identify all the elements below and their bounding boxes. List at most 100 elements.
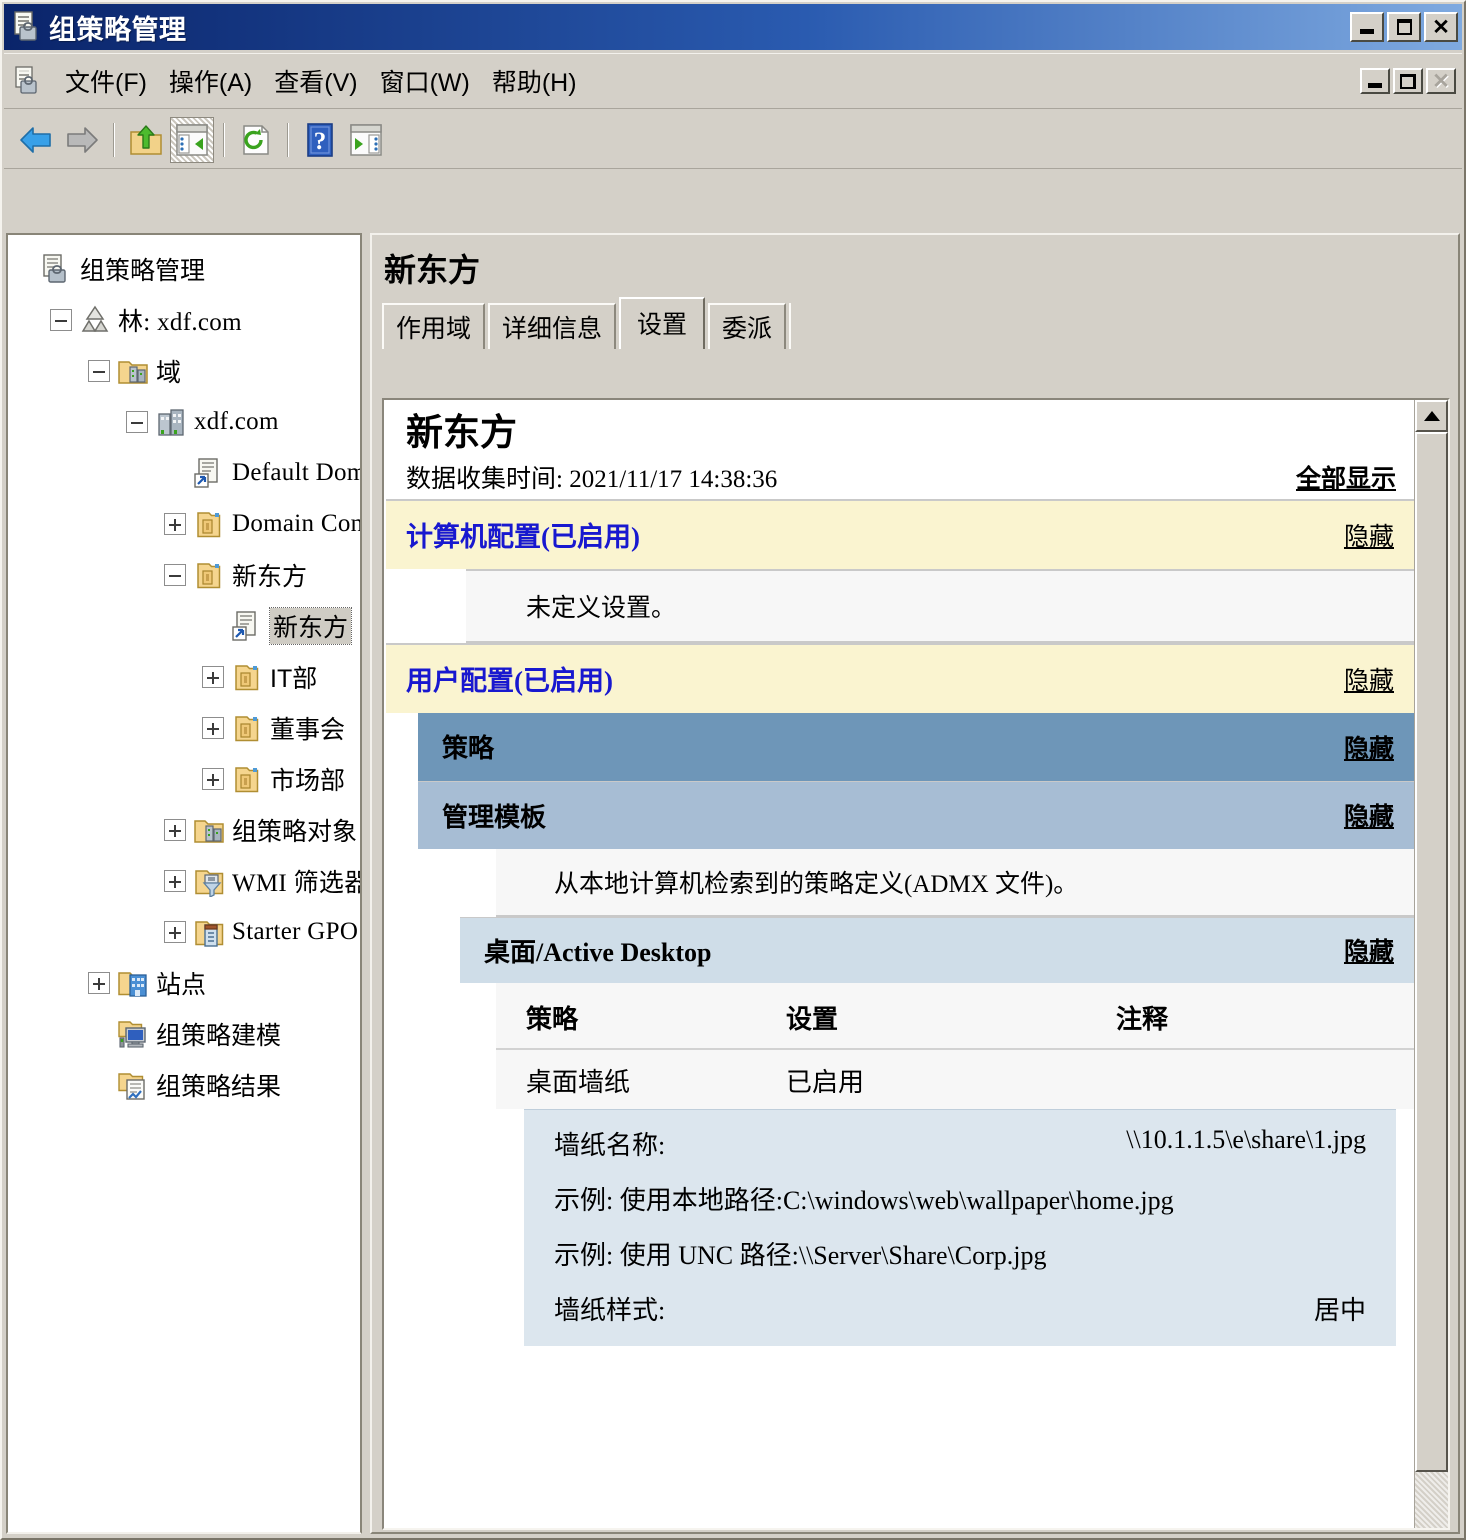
scroll-up-button[interactable] <box>1415 400 1448 432</box>
tree-node-12[interactable]: WMI 筛选器 <box>12 855 360 906</box>
group-desktop-active-desktop[interactable]: 桌面/Active Desktop 隐藏 <box>460 916 1414 983</box>
forest-icon <box>79 304 111 336</box>
tree-node-6[interactable]: 新东方 <box>12 549 360 600</box>
hide-link-administrative-templates[interactable]: 隐藏 <box>1344 797 1394 833</box>
back-icon[interactable] <box>14 117 58 163</box>
subsection-policies[interactable]: 策略 隐藏 <box>418 712 1414 781</box>
group-title-desktop-active-desktop: 桌面/Active Desktop <box>484 937 712 967</box>
show-hide-action-pane-icon[interactable] <box>344 117 388 163</box>
tab-strip-filler <box>789 303 1458 349</box>
tree-node-3[interactable]: xdf.com <box>12 396 360 447</box>
cell-comment <box>1116 1062 1414 1099</box>
hide-link-computer-configuration[interactable]: 隐藏 <box>1344 517 1394 553</box>
menu-file[interactable]: 文件(F) <box>54 60 158 102</box>
expand-icon[interactable] <box>202 716 224 739</box>
up-folder-icon[interactable] <box>124 117 168 163</box>
child-minimize-button[interactable] <box>1360 68 1390 94</box>
child-close-button[interactable]: ✕ <box>1426 68 1456 94</box>
hide-link-user-configuration[interactable]: 隐藏 <box>1344 661 1394 697</box>
admx-note: 从本地计算机检索到的策略定义(ADMX 文件)。 <box>496 848 1414 917</box>
close-button[interactable]: ✕ <box>1424 12 1458 42</box>
tree-node-label: xdf.com <box>194 407 279 435</box>
gpo-link-icon <box>231 610 263 642</box>
tree-node-9[interactable]: 董事会 <box>12 702 360 753</box>
hide-link-desktop-active-desktop[interactable]: 隐藏 <box>1344 932 1394 968</box>
expand-icon[interactable] <box>88 971 110 994</box>
cell-setting: 已启用 <box>786 1066 865 1097</box>
tree-node-11[interactable]: 组策略对象 <box>12 804 360 855</box>
gpo-folder-icon <box>193 814 225 846</box>
minimize-button[interactable] <box>1350 12 1384 42</box>
tree-node-10[interactable]: 市场部 <box>12 753 360 804</box>
forward-icon[interactable] <box>60 117 104 163</box>
tree-node-8[interactable]: IT部 <box>12 651 360 702</box>
expand-icon[interactable] <box>164 818 186 841</box>
collapse-icon[interactable] <box>88 359 110 382</box>
tab-scope[interactable]: 作用域 <box>382 303 486 349</box>
expand-icon[interactable] <box>164 869 186 892</box>
svg-text:?: ? <box>314 128 327 155</box>
ou-icon <box>231 763 263 795</box>
collapse-icon[interactable] <box>50 308 72 331</box>
console-tree-pane[interactable]: 组策略管理林: xdf.com 域 xdf.com Default Domain Dom… <box>6 233 362 1534</box>
tree-node-2[interactable]: 域 <box>12 345 360 396</box>
window-title: 组策略管理 <box>49 14 187 45</box>
menu-action[interactable]: 操作(A) <box>158 60 263 102</box>
expand-icon[interactable] <box>202 767 224 790</box>
tree-node-13[interactable]: Starter GPO <box>12 906 360 957</box>
menu-window[interactable]: 窗口(W) <box>369 60 481 102</box>
collapse-icon[interactable] <box>164 563 186 586</box>
domain-icon <box>155 406 187 438</box>
tree-node-5[interactable]: Domain Control <box>12 498 360 549</box>
menu-view[interactable]: 查看(V) <box>263 60 368 102</box>
scrollbar-thumb[interactable] <box>1415 432 1448 1472</box>
expand-icon[interactable] <box>164 920 186 943</box>
toolbar-separator <box>113 122 115 157</box>
maximize-button[interactable] <box>1387 12 1421 42</box>
expand-icon[interactable] <box>164 512 186 535</box>
pane-splitter[interactable] <box>362 233 370 1534</box>
collapse-icon[interactable] <box>126 410 148 433</box>
console-tree: 组策略管理林: xdf.com 域 xdf.com Default Domain Dom… <box>8 235 360 1110</box>
section-computer-configuration[interactable]: 计算机配置(已启用) 隐藏 <box>386 498 1414 569</box>
menu-help[interactable]: 帮助(H) <box>481 60 588 102</box>
tree-node-label: 组策略对象 <box>232 817 358 846</box>
tree-node-label: WMI 筛选器 <box>232 869 362 897</box>
expand-icon[interactable] <box>202 665 224 688</box>
scroll-up-arrow-icon <box>1423 411 1440 421</box>
help-icon[interactable]: ? <box>298 117 342 163</box>
hide-link-policies[interactable]: 隐藏 <box>1344 729 1394 765</box>
child-restore-button[interactable] <box>1393 68 1423 94</box>
tab-settings[interactable]: 设置 <box>619 297 706 349</box>
policy-table-header: 策略 设置 注释 <box>496 983 1414 1050</box>
gpo-link-icon <box>193 457 225 489</box>
tree-node-16[interactable]: 组策略结果 <box>12 1059 360 1110</box>
scrollbar-track[interactable] <box>1415 432 1448 1528</box>
policy-detail-label: 墙纸名称: <box>554 1130 666 1160</box>
tree-node-0[interactable]: 组策略管理 <box>12 243 360 294</box>
report-heading: 新东方 <box>406 412 517 453</box>
tab-details[interactable]: 详细信息 <box>488 303 617 349</box>
subsection-administrative-templates[interactable]: 管理模板 隐藏 <box>418 780 1414 849</box>
tree-node-label: Default Domain <box>232 458 362 486</box>
tree-node-label: 新东方 <box>268 606 353 645</box>
gpmc-small-icon <box>14 66 42 96</box>
section-user-configuration[interactable]: 用户配置(已启用) 隐藏 <box>386 642 1414 713</box>
show-all-link[interactable]: 全部显示 <box>1296 459 1396 495</box>
tree-node-14[interactable]: 站点 <box>12 957 360 1008</box>
column-header-setting: 设置 <box>786 1003 839 1034</box>
policy-detail-label: 墙纸样式: <box>554 1295 666 1325</box>
show-hide-tree-icon[interactable] <box>170 116 214 163</box>
tree-node-1[interactable]: 林: xdf.com <box>12 294 360 345</box>
subsection-title-policies: 策略 <box>442 734 495 764</box>
report-vertical-scrollbar[interactable] <box>1414 400 1448 1528</box>
tree-node-15[interactable]: 组策略建模 <box>12 1008 360 1059</box>
computer-configuration-note: 未定义设置。 <box>466 568 1414 643</box>
column-header-comment: 注释 <box>1116 1003 1169 1034</box>
report-meta: 数据收集时间: 2021/11/17 14:38:36 全部显示 <box>406 459 1396 497</box>
tree-node-4[interactable]: Default Domain <box>12 447 360 498</box>
details-pane: 新东方 作用域 详细信息 设置 委派 新东方 数据收集时间: 2021/11/1… <box>370 233 1460 1534</box>
refresh-icon[interactable] <box>234 117 278 163</box>
tree-node-7[interactable]: 新东方 <box>12 600 360 651</box>
tab-delegation[interactable]: 委派 <box>708 303 787 349</box>
